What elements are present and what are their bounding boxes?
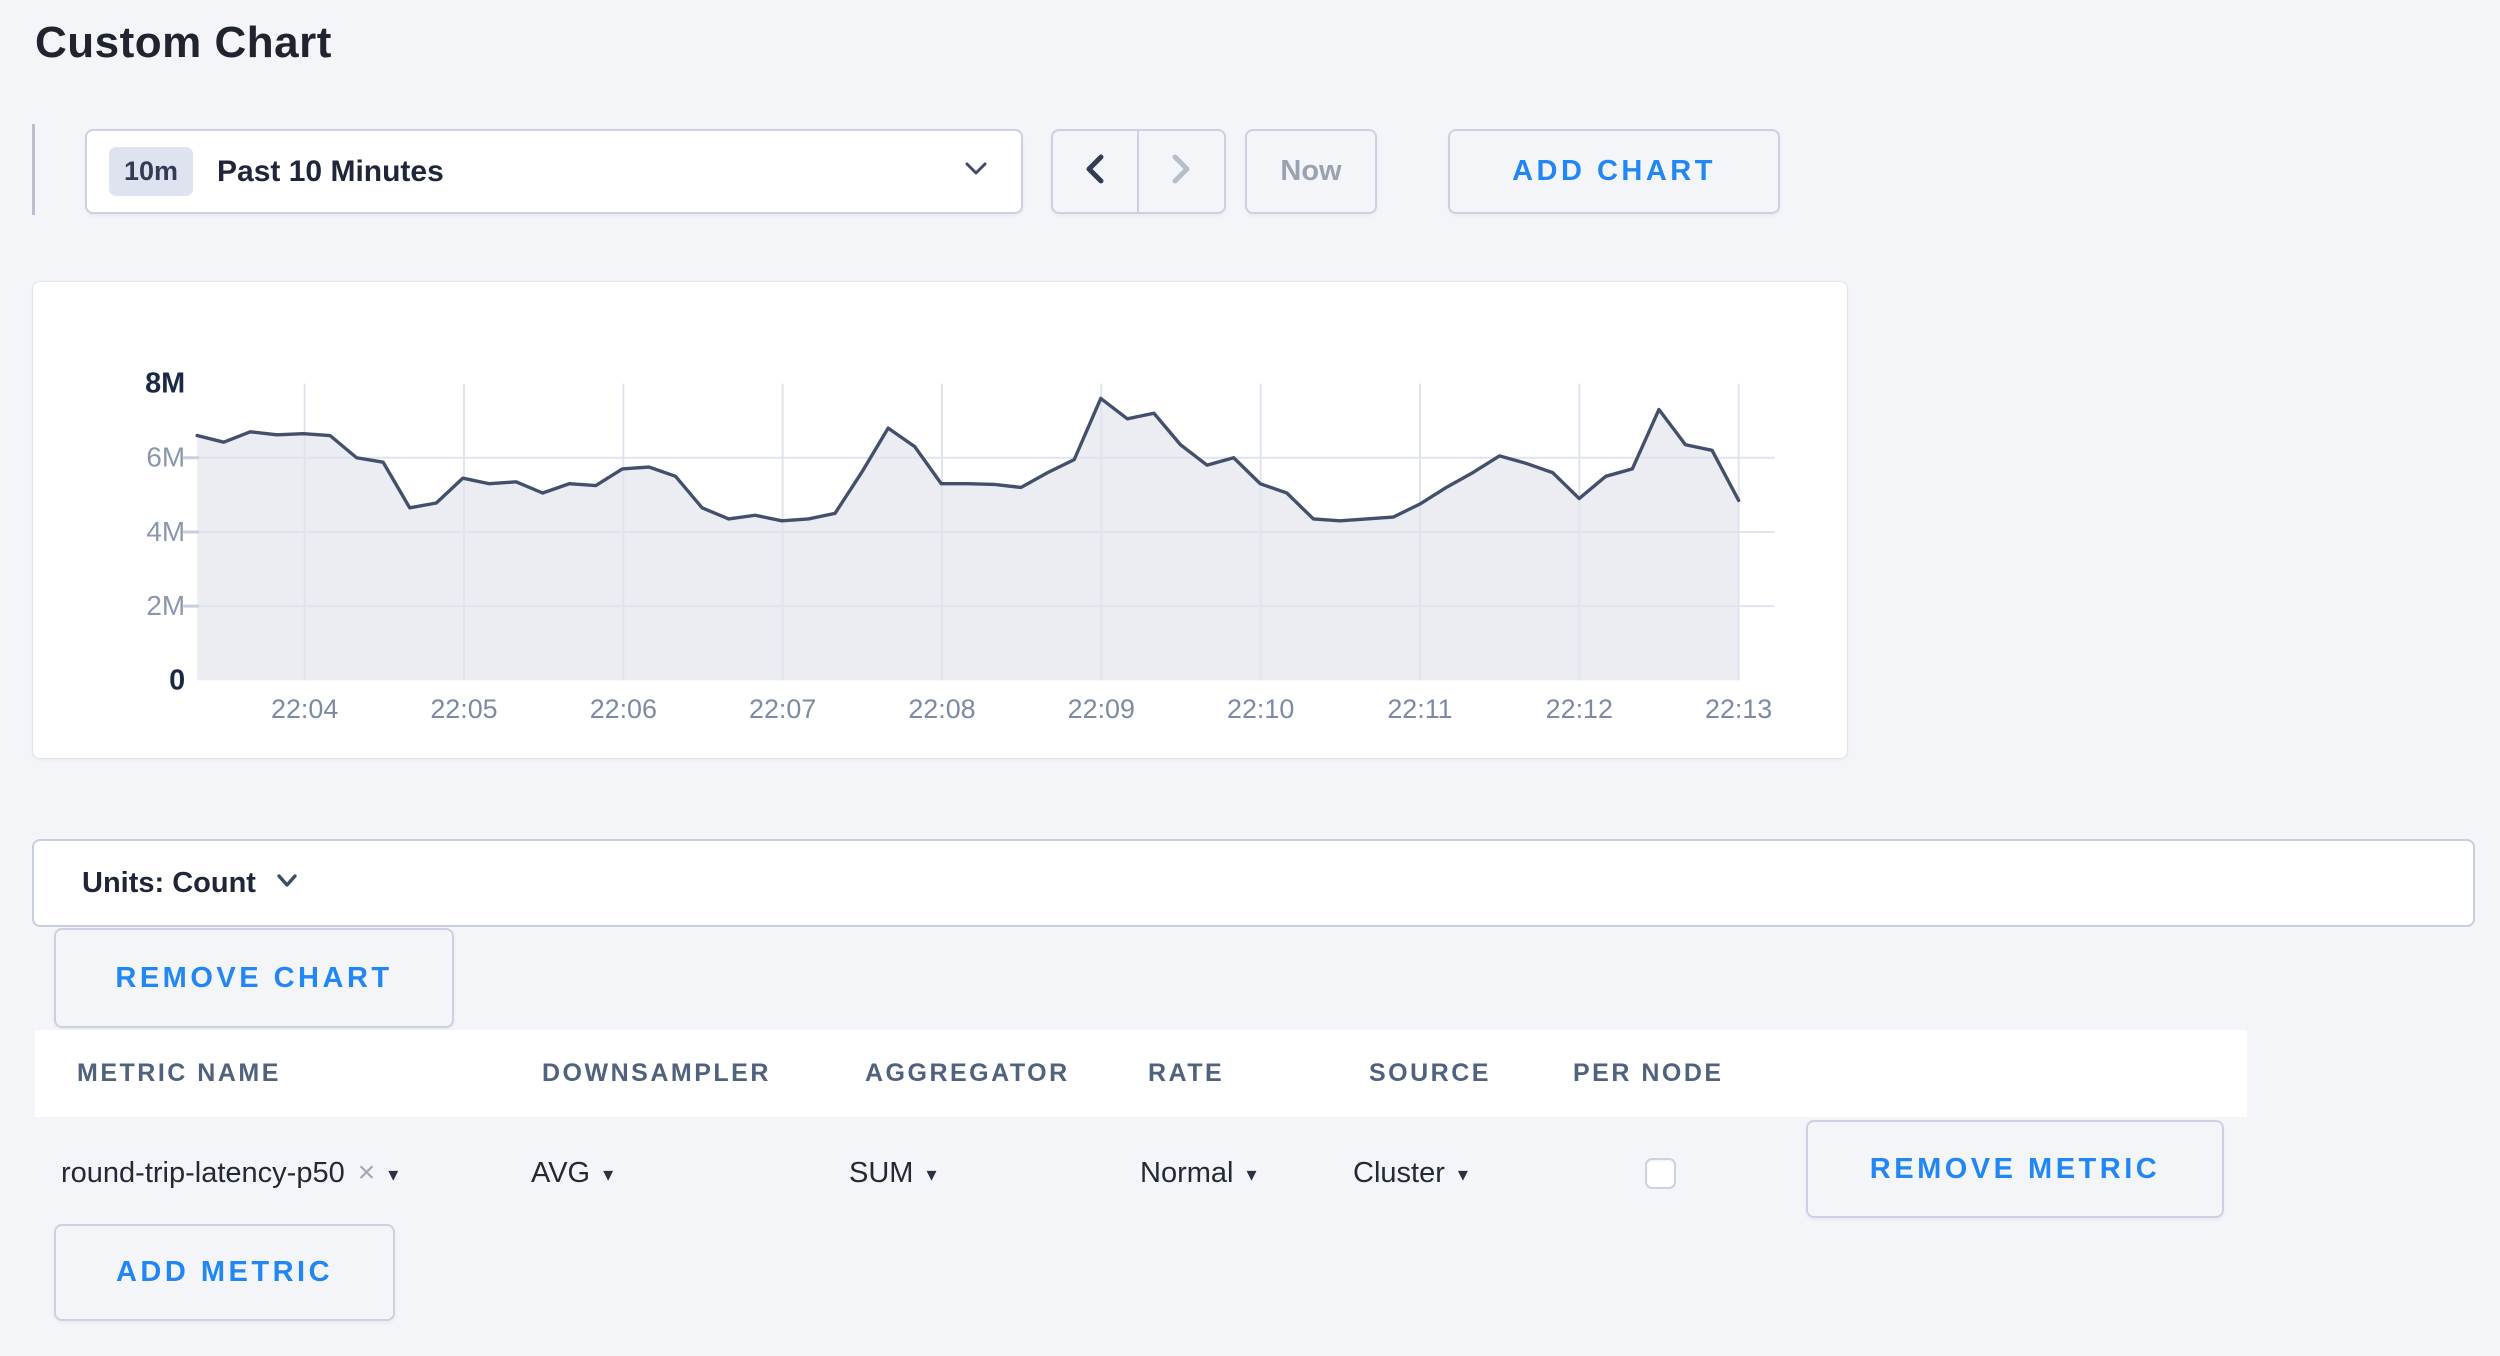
downsampler-value: AVG xyxy=(531,1157,590,1190)
source-dropdown[interactable]: Cluster ▾ xyxy=(1353,1117,1468,1229)
units-label: Units: Count xyxy=(82,867,256,900)
series-area-fill xyxy=(197,398,1739,680)
column-header-per-node: PER NODE xyxy=(1573,1030,1724,1117)
rate-value: Normal xyxy=(1140,1157,1233,1190)
time-range-select[interactable]: 10m Past 10 Minutes xyxy=(85,129,1023,214)
x-axis-tick-label: 22:07 xyxy=(749,694,816,724)
rate-dropdown[interactable]: Normal ▾ xyxy=(1140,1117,1257,1229)
add-chart-button[interactable]: ADD CHART xyxy=(1448,129,1780,214)
dropdown-arrow-icon: ▾ xyxy=(603,1165,613,1185)
toolbar-accent-divider xyxy=(32,124,35,215)
clear-metric-icon[interactable]: × xyxy=(358,1158,376,1188)
chevron-left-icon xyxy=(1079,149,1111,194)
page-title: Custom Chart xyxy=(35,18,332,68)
timeseries-chart[interactable]: 8M 6M 4M 2M 0 22:04 22:05 22:06 22:07 22:08 22:09 2… xyxy=(33,282,1847,758)
x-axis-tick-label: 22:13 xyxy=(1705,694,1772,724)
now-button[interactable]: Now xyxy=(1245,129,1377,214)
aggregator-value: SUM xyxy=(849,1157,913,1190)
per-node-checkbox[interactable] xyxy=(1645,1158,1676,1189)
x-axis-tick-label: 22:08 xyxy=(908,694,975,724)
next-button[interactable] xyxy=(1139,131,1225,212)
chevron-down-icon xyxy=(961,159,991,184)
dropdown-arrow-icon: ▾ xyxy=(926,1165,936,1185)
x-axis-tick-label: 22:10 xyxy=(1227,694,1294,724)
column-header-metric-name: METRIC NAME xyxy=(77,1030,281,1117)
remove-chart-button[interactable]: REMOVE CHART xyxy=(54,928,454,1028)
y-axis-tick-label: 0 xyxy=(169,664,185,696)
time-range-badge: 10m xyxy=(109,147,193,196)
custom-chart-page: Custom Chart 10m Past 10 Minutes Now ADD… xyxy=(0,0,2500,1356)
source-value: Cluster xyxy=(1353,1157,1445,1190)
y-axis-tick-label: 2M xyxy=(146,590,185,621)
y-axis-tick-label: 8M xyxy=(145,368,185,400)
time-window-pager xyxy=(1051,129,1226,214)
x-axis-tick-label: 22:09 xyxy=(1068,694,1135,724)
metric-name-label: round-trip-latency-p50 xyxy=(61,1157,345,1190)
x-axis-tick-label: 22:11 xyxy=(1387,694,1452,724)
metrics-table-header: METRIC NAME DOWNSAMPLER AGGREGATOR RATE … xyxy=(35,1030,2247,1117)
dropdown-arrow-icon: ▾ xyxy=(1246,1165,1256,1185)
per-node-cell xyxy=(1645,1117,1676,1229)
column-header-source: SOURCE xyxy=(1369,1030,1491,1117)
chevron-right-icon xyxy=(1165,149,1197,194)
column-header-rate: RATE xyxy=(1148,1030,1224,1117)
remove-metric-button[interactable]: REMOVE METRIC xyxy=(1806,1120,2224,1218)
dropdown-arrow-icon: ▾ xyxy=(388,1165,398,1185)
chart-card: 8M 6M 4M 2M 0 22:04 22:05 22:06 22:07 22:08 22:09 2… xyxy=(32,281,1848,759)
chevron-down-icon xyxy=(274,872,300,895)
metric-name-dropdown[interactable]: round-trip-latency-p50 × ▾ xyxy=(61,1117,398,1229)
y-axis-tick-label: 4M xyxy=(146,516,185,547)
downsampler-dropdown[interactable]: AVG ▾ xyxy=(531,1117,613,1229)
column-header-aggregator: AGGREGATOR xyxy=(865,1030,1070,1117)
x-axis-tick-label: 22:12 xyxy=(1546,694,1613,724)
units-select[interactable]: Units: Count xyxy=(32,839,2475,927)
time-range-label: Past 10 Minutes xyxy=(217,155,444,189)
prev-button[interactable] xyxy=(1053,131,1139,212)
y-axis-tick-label: 6M xyxy=(146,442,185,473)
add-metric-button[interactable]: ADD METRIC xyxy=(54,1224,395,1321)
x-axis-tick-label: 22:05 xyxy=(430,694,497,724)
aggregator-dropdown[interactable]: SUM ▾ xyxy=(849,1117,937,1229)
dropdown-arrow-icon: ▾ xyxy=(1458,1165,1468,1185)
x-axis-tick-label: 22:04 xyxy=(271,694,338,724)
column-header-downsampler: DOWNSAMPLER xyxy=(542,1030,771,1117)
x-axis-tick-label: 22:06 xyxy=(590,694,657,724)
